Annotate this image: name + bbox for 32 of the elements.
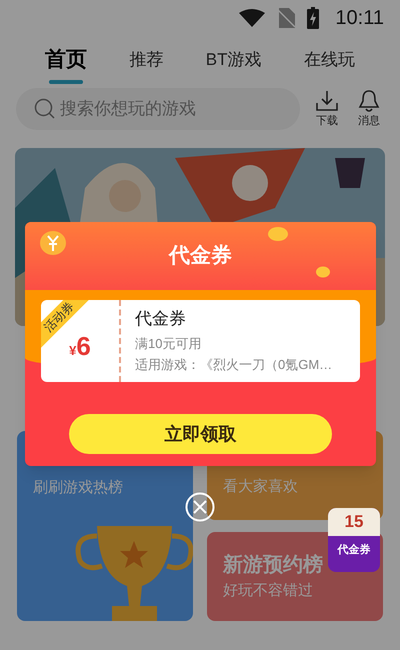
badge-number: 15 xyxy=(344,511,364,534)
search-field[interactable]: 搜索你想玩的游戏 xyxy=(16,88,300,130)
badge-label: 代金券 xyxy=(338,542,370,558)
card-subtitle: 刷刷游戏热榜 xyxy=(33,478,123,498)
no-sim-icon xyxy=(277,8,296,28)
tab[interactable]: 首页 xyxy=(45,44,88,84)
close-icon[interactable] xyxy=(185,492,215,522)
tab[interactable]: 推荐 xyxy=(129,44,164,72)
coupon-condition: 满10元可用 xyxy=(135,334,202,352)
coin-icon xyxy=(315,266,331,278)
tab[interactable]: BT游戏 xyxy=(206,44,262,72)
card-title: 新游预约榜 xyxy=(223,552,323,578)
coupon-games: 适用游戏：《烈火一刀（0氪GM… xyxy=(135,356,334,374)
coin-icon xyxy=(267,226,289,242)
coupon-name: 代金券 xyxy=(135,308,187,330)
bell-icon xyxy=(358,88,380,113)
battery-charging-icon xyxy=(307,7,320,29)
wifi-icon xyxy=(239,9,266,27)
card-subtitle: 好玩不容错过 xyxy=(223,581,313,602)
download-button[interactable]: 下载 xyxy=(312,88,342,130)
claim-button[interactable]: 立即领取 xyxy=(69,414,332,454)
tab[interactable]: 在线玩 xyxy=(304,44,355,72)
currency-sign: ¥ xyxy=(69,342,76,360)
search-icon xyxy=(34,98,56,120)
coupon-amount: 6 xyxy=(76,330,91,362)
bell-button[interactable]: 消息 xyxy=(354,88,384,130)
download-icon xyxy=(315,88,339,113)
clock: 10:11 xyxy=(335,6,384,31)
card-subtitle: 看大家喜欢 xyxy=(223,477,298,498)
coupon-badge[interactable]: 15 代金券 xyxy=(328,508,380,572)
coin-icon xyxy=(39,230,67,256)
dialog-title: 代金券 xyxy=(169,243,232,270)
